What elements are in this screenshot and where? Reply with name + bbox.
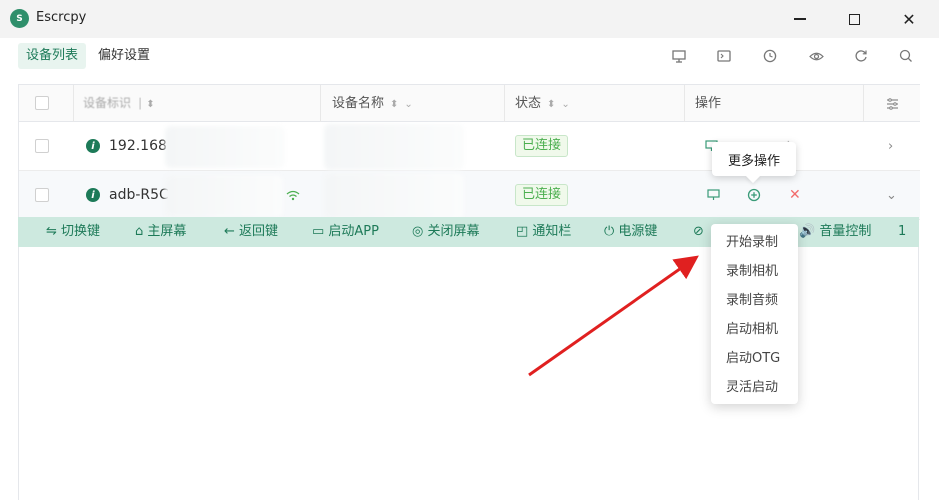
status-cell: 已连接 [515,171,569,219]
menu-item-start-otg[interactable]: 启动OTG [711,344,798,373]
header-serial-label: 设备标识 [83,96,132,110]
app-window: S Escrcpy ✕ 设备列表 偏好设置 设备标识 │ ⬍ 设备名称 ⬍ ⌄ … [0,0,939,500]
table-row: i adb-R5C 已连接 ✕ ⌄ [19,171,920,220]
redacted-area [165,126,285,168]
terminal-icon[interactable] [714,46,734,66]
status-cell: 已连接 [515,122,569,170]
sort-icon[interactable]: ⬍ [547,99,555,110]
tab-preferences[interactable]: 偏好设置 [90,43,158,69]
redacted-area [324,173,464,219]
info-icon[interactable]: i [86,188,100,202]
device-id: adb-R5C [109,187,169,203]
home-button[interactable]: ⌂ 主屏幕 [135,217,186,247]
status-badge: 已连接 [515,184,569,206]
device-id-cell: i 192.168 [86,122,167,170]
row-collapse-chevron-icon[interactable]: ⌄ [886,171,897,219]
volume-control-button[interactable]: 🔊 音量控制 [799,217,871,247]
header-name[interactable]: 设备名称 ⬍ ⌄ [321,85,505,122]
select-all-checkbox[interactable] [35,96,49,110]
row-expand-chevron-icon[interactable]: › [888,122,893,170]
title-bar: S Escrcpy ✕ [0,0,939,38]
status-badge: 已连接 [515,135,569,157]
info-icon[interactable]: i [86,139,100,153]
close-icon: ✕ [902,9,916,29]
redacted-area [165,175,283,217]
header-actions-label: 操作 [695,96,722,111]
header-name-label: 设备名称 [332,96,385,111]
main-tabs: 设备列表 偏好设置 [18,43,158,69]
minimize-button[interactable] [777,0,823,38]
close-button[interactable]: ✕ [886,0,932,38]
clock-icon[interactable] [760,46,780,66]
launch-app-button[interactable]: ▭ 启动APP [312,217,379,247]
more-actions-menu: 开始录制 录制相机 录制音频 启动相机 启动OTG 灵活启动 [711,224,798,404]
header-status[interactable]: 状态 ⬍ ⌄ [505,85,685,122]
monitor-icon[interactable] [669,46,689,66]
minimize-icon [794,18,806,20]
wifi-icon [286,190,300,200]
wifi-cell [286,171,300,219]
back-button[interactable]: ← 返回键 [224,217,278,247]
sort-icon[interactable]: │ ⬍ [137,99,155,110]
menu-item-start-camera[interactable]: 启动相机 [711,315,798,344]
menu-item-flexible-start[interactable]: 灵活启动 [711,373,798,402]
sort-icon[interactable]: ⬍ [390,99,398,110]
table-header: 设备标识 │ ⬍ 设备名称 ⬍ ⌄ 状态 ⬍ ⌄ 操作 [19,84,920,122]
row-checkbox[interactable] [35,188,49,202]
mirror-icon[interactable] [707,189,720,201]
tab-device-list[interactable]: 设备列表 [18,43,87,69]
menu-item-record-audio[interactable]: 录制音频 [711,286,798,315]
more-actions-tooltip: 更多操作 [712,142,796,176]
header-serial[interactable]: 设备标识 │ ⬍ [74,85,321,122]
header-actions: 操作 [685,85,864,122]
more-controls-button[interactable]: 1 [898,217,906,247]
menu-item-start-recording[interactable]: 开始录制 [711,228,798,257]
app-logo-icon: S [10,9,29,28]
eye-icon[interactable] [806,46,826,66]
power-button[interactable]: ⏻ 电源键 [604,217,657,247]
maximize-button[interactable] [831,0,877,38]
filter-chevron-icon[interactable]: ⌄ [404,99,412,110]
refresh-icon[interactable] [851,46,871,66]
notification-bar-button[interactable]: ◰ 通知栏 [516,217,571,247]
redacted-area [324,124,464,170]
header-status-label: 状态 [515,96,542,111]
device-id: 192.168 [109,138,167,154]
turn-off-screen-button[interactable]: ◎ 关闭屏幕 [412,217,479,247]
more-actions-icon[interactable] [747,188,761,202]
sliders-icon [886,97,898,110]
filter-chevron-icon[interactable]: ⌄ [561,99,569,110]
menu-item-record-camera[interactable]: 录制相机 [711,257,798,286]
header-select-cell [19,85,74,122]
row-checkbox[interactable] [35,139,49,153]
rotate-button[interactable]: ⊘ [693,217,704,247]
switch-key-button[interactable]: ⇋ 切换键 [46,217,100,247]
maximize-icon [848,13,860,25]
search-icon[interactable] [896,46,916,66]
app-title: Escrcpy [36,10,87,25]
device-id-cell: i adb-R5C [86,171,169,219]
disconnect-icon[interactable]: ✕ [789,187,801,203]
column-settings-button[interactable] [864,85,920,122]
